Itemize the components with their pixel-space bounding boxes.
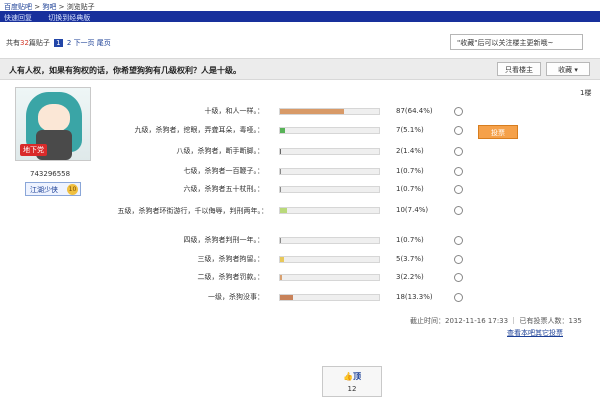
pager: 共有32篇贴子 1 2 下一页 尾页	[6, 38, 111, 50]
poll-bar-fill	[280, 275, 283, 280]
ding-button[interactable]: 👍顶 12	[322, 366, 382, 397]
user-rank-badge[interactable]: 江湖少侠 10	[25, 182, 81, 196]
poll-option-radio[interactable]	[454, 206, 463, 215]
poll-option-value: 7(5.1%)	[396, 126, 424, 134]
poll-option-label: 十级，和人一样。：	[204, 107, 265, 115]
breadcrumb-root-link[interactable]: 百度贴吧	[4, 3, 32, 11]
poll-option-label: 六级，杀狗者五十杖刑。：	[183, 185, 265, 193]
thumbs-up-icon: 👍	[343, 372, 353, 381]
poll-option-label: 三级，杀狗者拘留。：	[197, 255, 265, 263]
other-polls-link[interactable]: 查看本吧其它投票	[507, 328, 563, 338]
poll-bar-fill	[280, 149, 282, 154]
post-count-prefix: 共有	[6, 39, 20, 47]
poll-option-radio[interactable]	[454, 293, 463, 302]
chevron-down-icon: ▾	[574, 66, 578, 74]
poll-deadline: 截止时间：2012-11-16 17:33 ｜ 已有投票人数：135	[410, 317, 582, 325]
poll-bar-track	[279, 294, 380, 301]
avatar[interactable]: 地下党	[15, 87, 91, 161]
poll-option-radio[interactable]	[454, 273, 463, 282]
poll-bar-track	[279, 207, 380, 214]
ding-text: 顶	[352, 372, 361, 381]
poll-option-label: 四级，杀狗者判刑一年。：	[183, 236, 265, 244]
switch-mode-link[interactable]: 切换到经典版	[48, 14, 90, 22]
poll-option-value: 1(0.7%)	[396, 236, 424, 244]
user-level-icon: 10	[67, 184, 78, 195]
favorite-tip: "收藏"后可以关注楼主更新哦~	[450, 34, 583, 50]
breadcrumb-bar-link[interactable]: 狗吧	[42, 3, 56, 11]
poll-option-label: 一级，杀狗没事：	[208, 293, 264, 301]
vote-button[interactable]: 投票	[478, 125, 518, 139]
poll-bar-track	[279, 168, 380, 175]
poll-option-label: 二级，杀狗者罚款。：	[197, 273, 265, 281]
poll-option-radio[interactable]	[454, 107, 463, 116]
poll-option-value: 10(7.4%)	[396, 206, 429, 214]
avatar-face	[38, 104, 70, 132]
ding-label: 👍顶	[323, 371, 381, 382]
breadcrumb-sep: >	[58, 3, 65, 11]
page-2-link[interactable]: 2	[67, 39, 71, 47]
poll-bar-fill	[280, 169, 281, 174]
thread-title: 人有人权，如果有狗权的话，你希望狗狗有几级权利？人是十级。	[9, 66, 241, 75]
poll-option-radio[interactable]	[454, 255, 463, 264]
poll-option-value: 18(13.3%)	[396, 293, 433, 301]
poll-bar-track	[279, 127, 380, 134]
breadcrumb: 百度贴吧 > 狗吧 > 浏览贴子	[0, 0, 600, 11]
poll-option-radio[interactable]	[454, 126, 463, 135]
user-tag: 地下党	[20, 144, 47, 156]
breadcrumb-sep: >	[34, 3, 41, 11]
top-nav-bar: 快速回复 切换到经典版	[0, 11, 600, 22]
poll-option-value: 87(64.4%)	[396, 107, 433, 115]
post-count: 32	[20, 39, 29, 47]
poll-option-value: 5(3.7%)	[396, 255, 424, 263]
poll-bar-track	[279, 274, 380, 281]
poll-bar-track	[279, 186, 380, 193]
poll-option-label: 八级，杀狗者，断手断脚。：	[176, 147, 265, 155]
next-page-link[interactable]: 下一页	[74, 39, 95, 47]
poll-bar-track	[279, 148, 380, 155]
poll-bar-fill	[280, 208, 288, 213]
poll-bar-fill	[280, 109, 344, 114]
poll-bar-fill	[280, 257, 284, 262]
poll-option-value: 1(0.7%)	[396, 167, 424, 175]
last-page-link[interactable]: 尾页	[97, 39, 111, 47]
poll-option-label: 七级，杀狗者一百鞭子。：	[183, 167, 265, 175]
poll-option-value: 1(0.7%)	[396, 185, 424, 193]
poll-option-label: 五级，杀狗者环街游行，千以侮辱，判刑两年。：	[117, 207, 269, 215]
poll-bar-fill	[280, 295, 294, 300]
poll-bar-fill	[280, 238, 281, 243]
only-op-button[interactable]: 只看楼主	[497, 62, 541, 76]
post-count-suffix: 篇贴子	[28, 39, 50, 47]
favorite-button[interactable]: 收藏 ▾	[546, 62, 590, 76]
page-1-current: 1	[54, 39, 63, 47]
username-link[interactable]: 743296558	[30, 170, 70, 178]
poll-option-value: 2(1.4%)	[396, 147, 424, 155]
poll-bar-fill	[280, 128, 286, 133]
poll-option-value: 3(2.2%)	[396, 273, 424, 281]
user-rank-label: 江湖少侠	[30, 186, 58, 194]
poll-option-radio[interactable]	[454, 185, 463, 194]
floor-number: 1楼	[580, 89, 592, 97]
favorite-label: 收藏	[558, 66, 573, 74]
poll-option-radio[interactable]	[454, 167, 463, 176]
poll-bar-track	[279, 108, 380, 115]
quick-reply-link[interactable]: 快速回复	[4, 14, 32, 22]
poll-bar-fill	[280, 187, 281, 192]
poll-option-label: 九级，杀狗者，挖眼，弄聋耳朵，毒哑。：	[134, 126, 265, 134]
poll-option-radio[interactable]	[454, 147, 463, 156]
ding-count: 12	[347, 385, 357, 393]
poll-bar-track	[279, 237, 380, 244]
poll-option-radio[interactable]	[454, 236, 463, 245]
poll-bar-track	[279, 256, 380, 263]
